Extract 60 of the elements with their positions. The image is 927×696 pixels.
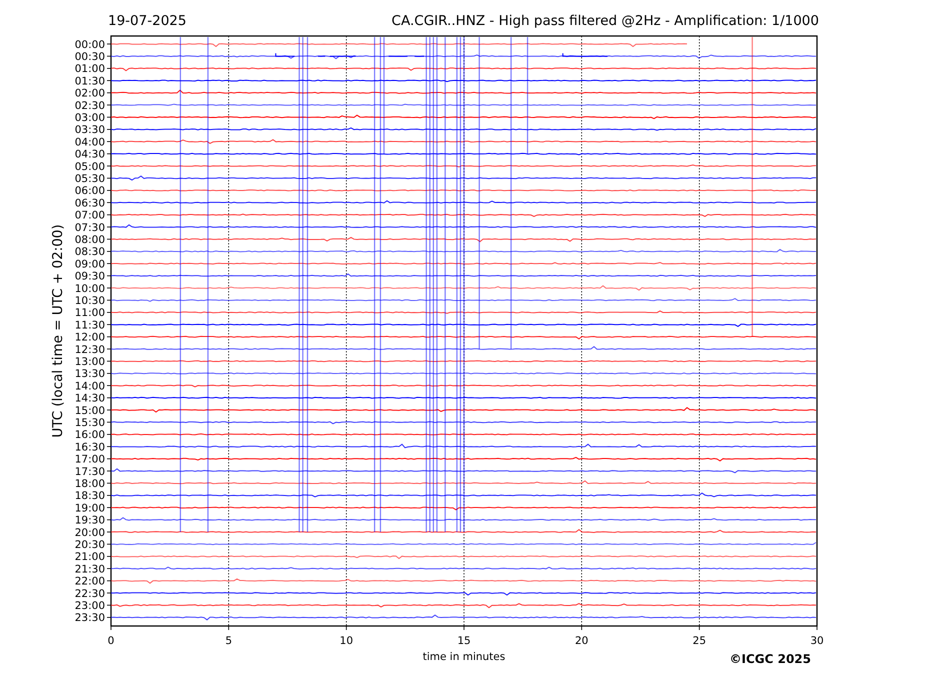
tick-label: 19:30 bbox=[74, 514, 105, 527]
tick-label: 10:30 bbox=[74, 295, 105, 307]
tick-label: 14:00 bbox=[74, 380, 105, 392]
tick-label: 15 bbox=[457, 635, 471, 647]
tick-label: 20:00 bbox=[74, 526, 105, 539]
tick-label: 06:00 bbox=[74, 185, 105, 198]
tick-label: 02:00 bbox=[74, 88, 105, 100]
axis-label: time in minutes bbox=[422, 651, 506, 663]
tick-label: 20:30 bbox=[74, 539, 105, 551]
tick-label: 03:30 bbox=[74, 124, 105, 136]
tick-label: 09:30 bbox=[74, 270, 105, 283]
tick-label: 21:30 bbox=[74, 563, 105, 576]
tick-label: 25 bbox=[692, 635, 706, 647]
tick-label: 23:30 bbox=[74, 612, 105, 624]
tick-label: 05:30 bbox=[74, 173, 105, 185]
tick-label: 15:00 bbox=[74, 404, 105, 417]
tick-label: 23:00 bbox=[74, 600, 105, 612]
tick-label: 08:30 bbox=[74, 246, 105, 258]
tick-label: 17:00 bbox=[74, 454, 105, 466]
tick-label: 18:30 bbox=[74, 490, 105, 502]
tick-label: 20 bbox=[574, 635, 588, 647]
date-label: 19-07-2025 bbox=[108, 13, 186, 29]
tick-label: 16:00 bbox=[74, 429, 105, 442]
tick-label: 12:00 bbox=[74, 332, 105, 344]
tick-label: 5 bbox=[225, 635, 232, 647]
chart-title: CA.CGIR..HNZ - High pass filtered @2Hz - Amplification: 1/1000 bbox=[392, 13, 819, 29]
tick-label: 0 bbox=[108, 635, 114, 647]
tick-label: 18:00 bbox=[74, 478, 105, 490]
tick-label: 13:30 bbox=[74, 368, 105, 380]
tick-label: 00:30 bbox=[74, 51, 105, 63]
tick-label: 19:00 bbox=[74, 502, 105, 514]
tick-label: 11:30 bbox=[74, 319, 105, 332]
tick-label: 07:00 bbox=[74, 210, 105, 222]
tick-label: 06:30 bbox=[74, 197, 105, 210]
tick-label: 22:00 bbox=[74, 576, 105, 588]
tick-label: 12:30 bbox=[74, 344, 105, 356]
tick-label: 30 bbox=[810, 635, 824, 647]
tick-label: 17:30 bbox=[74, 466, 105, 478]
copyright-text: ©ICGC 2025 bbox=[729, 652, 811, 666]
tick-label: 09:00 bbox=[74, 258, 105, 270]
axis-label: UTC (local time = UTC + 02:00) bbox=[50, 224, 66, 438]
tick-label: 07:30 bbox=[74, 222, 105, 234]
tick-label: 11:00 bbox=[74, 307, 105, 320]
tick-label: 02:30 bbox=[74, 100, 105, 112]
tick-label: 01:30 bbox=[74, 75, 105, 88]
tick-label: 10 bbox=[340, 635, 354, 647]
tick-label: 04:00 bbox=[74, 136, 105, 148]
tick-label: 01:00 bbox=[74, 63, 105, 76]
tick-label: 08:00 bbox=[74, 234, 105, 246]
tick-label: 05:00 bbox=[74, 160, 105, 173]
tick-label: 22:30 bbox=[74, 588, 105, 600]
tick-label: 21:00 bbox=[74, 551, 105, 564]
tick-label: 00:00 bbox=[74, 38, 105, 51]
tick-label: 15:30 bbox=[74, 417, 105, 429]
tick-label: 13:00 bbox=[74, 356, 105, 368]
tick-label: 03:00 bbox=[74, 112, 105, 124]
tick-label: 10:00 bbox=[74, 282, 105, 295]
tick-label: 04:30 bbox=[74, 148, 105, 161]
tick-label: 14:30 bbox=[74, 392, 105, 405]
tick-label: 16:30 bbox=[74, 441, 105, 454]
